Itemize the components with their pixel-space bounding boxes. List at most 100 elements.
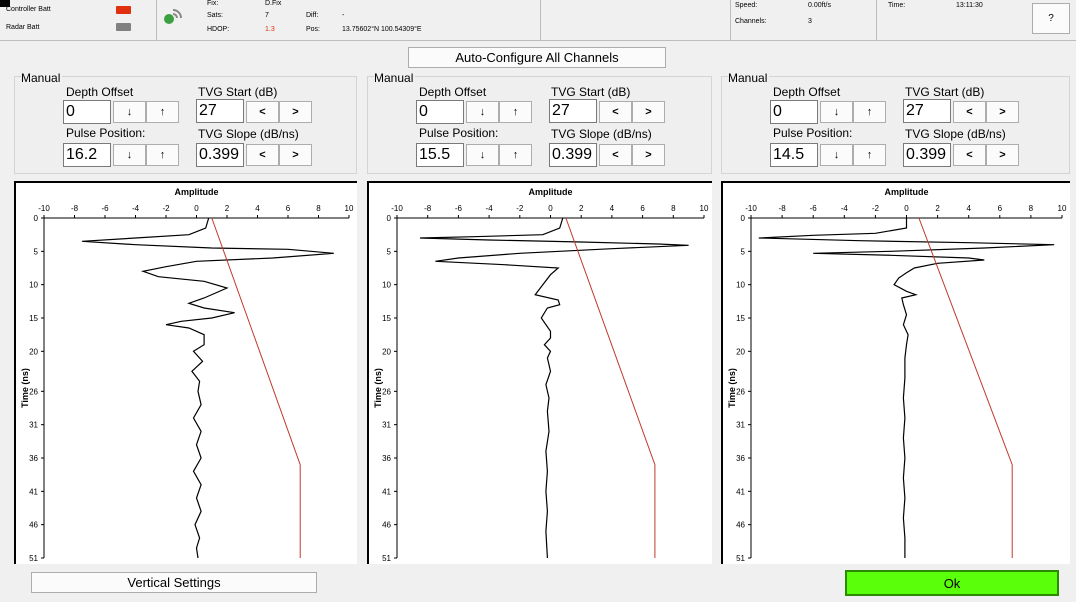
ok-button[interactable]: Ok [845, 570, 1059, 596]
y-tick-label: 31 [29, 421, 38, 430]
y-tick-label: 26 [736, 387, 745, 396]
tvg-slope-label: TVG Slope (dB/ns) [551, 127, 652, 141]
pulse-position-up-button[interactable]: ↑ [853, 144, 886, 166]
depth-offset-down-button[interactable]: ↓ [466, 101, 499, 123]
pulse-position-up-button[interactable]: ↑ [146, 144, 179, 166]
vertical-settings-button[interactable]: Vertical Settings [31, 572, 317, 593]
x-tick-label: 0 [904, 204, 909, 213]
pulse-position-field[interactable]: 16.2 [63, 143, 111, 167]
amplitude-trace-line [758, 218, 1055, 558]
y-tick-label: 51 [29, 554, 38, 563]
depth-offset-field[interactable]: 0 [770, 100, 818, 124]
x-tick-label: 0 [548, 204, 553, 213]
tvg-start-decrease-button[interactable]: < [599, 101, 632, 123]
x-tick-label: 10 [700, 204, 709, 213]
channel-1-plot: Amplitude Time (ns) -10 -8 -6 -4 -2 0 2 4 6 8 10 0 5 10… [14, 181, 357, 564]
tvg-slope-decrease-button[interactable]: < [246, 144, 279, 166]
x-tick-label: -8 [424, 204, 432, 213]
depth-offset-field[interactable]: 0 [416, 100, 464, 124]
x-tick-label: -10 [391, 204, 403, 213]
x-tick-label: -4 [841, 204, 849, 213]
depth-offset-down-button[interactable]: ↓ [113, 101, 146, 123]
tvg-start-increase-button[interactable]: > [632, 101, 665, 123]
auto-configure-button[interactable]: Auto-Configure All Channels [408, 47, 666, 68]
y-tick-label: 5 [741, 247, 746, 256]
x-tick-label: -8 [71, 204, 79, 213]
tvg-start-field[interactable]: 27 [549, 99, 597, 123]
hdop-value: 1.3 [265, 26, 275, 33]
x-axis-title: Amplitude [529, 187, 573, 197]
tvg-slope-decrease-button[interactable]: < [953, 144, 986, 166]
y-tick-label: 46 [29, 521, 38, 530]
tvg-slope-field[interactable]: 0.399 [903, 143, 951, 167]
tvg-slope-increase-button[interactable]: > [632, 144, 665, 166]
x-tick-label: -6 [455, 204, 463, 213]
y-tick-label: 5 [387, 247, 392, 256]
depth-offset-up-button[interactable]: ↑ [146, 101, 179, 123]
fix-label: Fix: [207, 0, 219, 7]
x-tick-label: -2 [162, 204, 170, 213]
pulse-position-down-button[interactable]: ↓ [113, 144, 146, 166]
tvg-start-field[interactable]: 27 [903, 99, 951, 123]
pulse-position-up-button[interactable]: ↑ [499, 144, 532, 166]
y-tick-label: 20 [29, 347, 38, 356]
hdop-label: HDOP: [207, 26, 230, 33]
tvg-slope-increase-button[interactable]: > [986, 144, 1019, 166]
tvg-start-increase-button[interactable]: > [279, 101, 312, 123]
y-tick-label: 26 [382, 387, 391, 396]
tvg-start-decrease-button[interactable]: < [953, 101, 986, 123]
y-tick-label: 20 [736, 347, 745, 356]
y-tick-label: 10 [736, 281, 745, 290]
tvg-slope-increase-button[interactable]: > [279, 144, 312, 166]
tvg-slope-field[interactable]: 0.399 [549, 143, 597, 167]
x-tick-label: 6 [286, 204, 291, 213]
depth-offset-up-button[interactable]: ↑ [499, 101, 532, 123]
pulse-position-down-button[interactable]: ↓ [820, 144, 853, 166]
x-tick-label: 4 [610, 204, 615, 213]
y-tick-label: 31 [736, 421, 745, 430]
y-tick-label: 31 [382, 421, 391, 430]
y-tick-label: 51 [736, 554, 745, 563]
tvg-start-increase-button[interactable]: > [986, 101, 1019, 123]
x-axis-title: Amplitude [175, 187, 219, 197]
channels-value: 3 [808, 18, 812, 25]
pulse-position-field[interactable]: 14.5 [770, 143, 818, 167]
channel-2-panel: Manual Depth Offset 0 ↓ ↑ Pulse Position… [367, 71, 712, 174]
tvg-start-field[interactable]: 27 [196, 99, 244, 123]
x-tick-label: -8 [779, 204, 787, 213]
pulse-position-down-button[interactable]: ↓ [466, 144, 499, 166]
tvg-slope-field[interactable]: 0.399 [196, 143, 244, 167]
y-tick-label: 36 [382, 454, 391, 463]
radar-battery-icon [116, 23, 131, 31]
depth-offset-down-button[interactable]: ↓ [820, 101, 853, 123]
controller-batt-label: Controller Batt [6, 6, 51, 13]
x-tick-label: 4 [255, 204, 260, 213]
x-tick-label: -2 [516, 204, 524, 213]
tvg-curve-line [918, 217, 1013, 558]
y-tick-label: 10 [29, 281, 38, 290]
tvg-slope-decrease-button[interactable]: < [599, 144, 632, 166]
channel-2-chart: AmplitudeTime (ns)-10 -8 -6 -4 -2 0 2 4 6 8 100510… [373, 187, 709, 563]
channel-3-chart: AmplitudeTime (ns)-10 -8 -6 -4 -2 0 2 4 6 8 100510… [727, 187, 1067, 563]
pulse-position-field[interactable]: 15.5 [416, 143, 464, 167]
x-tick-label: 2 [225, 204, 230, 213]
tvg-start-label: TVG Start (dB) [905, 85, 985, 99]
manual-label: Manual [374, 71, 416, 85]
status-bar: Controller Batt Radar Batt Fix: D.Fix Sa… [0, 0, 1076, 41]
y-tick-label: 41 [29, 487, 38, 496]
depth-offset-field[interactable]: 0 [63, 100, 111, 124]
sats-value: 7 [265, 12, 269, 19]
time-label: Time: [888, 2, 906, 9]
diff-value: - [342, 12, 345, 19]
y-tick-label: 46 [382, 521, 391, 530]
x-tick-label: -2 [872, 204, 880, 213]
y-tick-label: 46 [736, 521, 745, 530]
tvg-start-decrease-button[interactable]: < [246, 101, 279, 123]
amplitude-trace-line [82, 217, 334, 559]
help-button[interactable]: ? [1032, 3, 1070, 34]
x-tick-label: -10 [745, 204, 757, 213]
amplitude-trace-line [419, 217, 689, 559]
pos-label: Pos: [306, 26, 321, 33]
depth-offset-up-button[interactable]: ↑ [853, 101, 886, 123]
x-tick-label: 8 [316, 204, 321, 213]
